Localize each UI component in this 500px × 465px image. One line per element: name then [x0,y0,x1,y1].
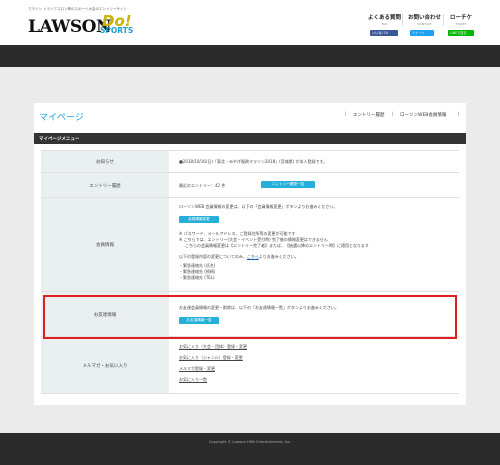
facebook-like-label: いいね! 10 [372,31,388,35]
emergency-link[interactable]: こちら [247,254,259,259]
member-note-3: こちらの会員情報変更は【エントリー完了者】または、【抽選以降のエントリー時】に適… [185,243,369,248]
recent-entries-count: 最近のエントリー：42 件 [179,183,226,188]
site-footer: Copyright © Lawson HMV Entertainment, In… [0,433,500,465]
row-label-cell: お知らせ [41,151,169,172]
menu-header-bar: マイページメニュー [34,133,466,144]
nav-ticket-label: ローチケ [450,15,473,21]
row-notice-label: お知らせ [96,160,114,165]
copyright-text: Copyright © Lawson HMV Entertainment, In… [208,440,292,444]
favorite-genre-link[interactable]: お気に入り（ジャンル）登録・変更 [179,355,243,361]
nav-contact-sub: CONTACT [417,22,432,26]
notice-text[interactable]: ■2018/10/16(日)「東北・みやぎ復興マラソン2018」(宮城県) が本… [179,159,327,165]
page-title: マイページ [39,113,84,123]
emergency-intro: 以下の登録内容の変更についてのみ、こちらよりお進みください。 [179,254,299,260]
favorite-events-link[interactable]: お気に入り（大会・団体）登録・変更 [179,344,247,350]
row-history-label: エントリー履歴 [89,184,121,189]
line-share-label: LINEで送る [450,31,467,35]
tweet-button[interactable]: ツイート [410,30,434,36]
row-mail-label: メルマガ・お気に入り [82,364,128,369]
facebook-like-button[interactable]: いいね! 10 [370,30,398,36]
emergency-tail-text: よりお進みください。 [258,254,299,259]
header-band [0,45,500,67]
row-member-info: 会員情報 ローソンWEB 会員情報の変更は、以下の「会員情報変更」ボタンよりお進… [41,197,459,291]
emergency-item-tel: ・緊急連絡先 (TEL) [179,275,215,280]
nav-contact[interactable]: お問い合わせ CONTACT [408,13,441,26]
top-nav-entry-history[interactable]: エントリー履歴 [353,112,385,118]
top-nav-divider: | [392,112,394,117]
nav-ticket[interactable]: ローチケ TICKET [450,13,472,26]
nav-faq-sub: FAQ [381,22,388,26]
row-member-label: 会員情報 [96,243,114,248]
member-intro-text: ローソンWEB 会員情報の変更は、以下の「会員情報変更」ボタンよりお進みください… [179,204,338,209]
member-info-change-button[interactable]: 会員情報変更 [179,216,219,223]
nav-faq-label: よくある質問 [368,15,402,21]
nav-divider [402,14,403,26]
row-entry-history: エントリー履歴 最近のエントリー：42 件 エントリー履歴一覧 [41,172,459,197]
highlight-box [43,295,457,339]
tweet-label: ツイート [412,31,425,35]
top-nav-member-info[interactable]: ローソンWEB会員情報 [400,112,446,118]
row-label-cell: メルマガ・お気に入り [41,337,169,393]
top-nav-divider: | [345,112,347,117]
site-header: マラソン トライアスロン等のスポーツ大会のエントリーサイト LAWSON Do!… [0,0,500,45]
mail-magazine-link[interactable]: メルマガ登録・変更 [179,366,215,372]
menu-header-label: マイページメニュー [39,136,80,142]
mypage-panel: マイページ | エントリー履歴 | ローソンWEB会員情報 | マイページメニュ… [34,103,466,405]
row-label-cell: エントリー履歴 [41,173,169,197]
line-share-button[interactable]: LINEで送る [448,30,474,36]
row-label-cell: 会員情報 [41,198,169,291]
logo-sports-mark: SPORTS [100,26,134,35]
row-mail-favorites: メルマガ・お気に入り お気に入り（大会・団体）登録・変更 お気に入り（ジャンル）… [41,336,459,394]
entry-history-list-button[interactable]: エントリー履歴一覧 [261,181,315,188]
row-notice: お知らせ ■2018/10/16(日)「東北・みやぎ復興マラソン2018」(宮城… [41,150,459,172]
nav-divider [443,14,444,26]
emergency-intro-text: 以下の登録内容の変更についてのみ、 [179,254,247,259]
top-nav-divider: | [458,112,460,117]
favorites-list-link[interactable]: お気に入り一覧 [179,377,207,383]
nav-contact-label: お問い合わせ [408,15,442,21]
lawson-logo[interactable]: LAWSON [28,17,112,37]
nav-ticket-sub: TICKET [455,22,467,26]
nav-faq[interactable]: よくある質問 FAQ [368,13,401,26]
